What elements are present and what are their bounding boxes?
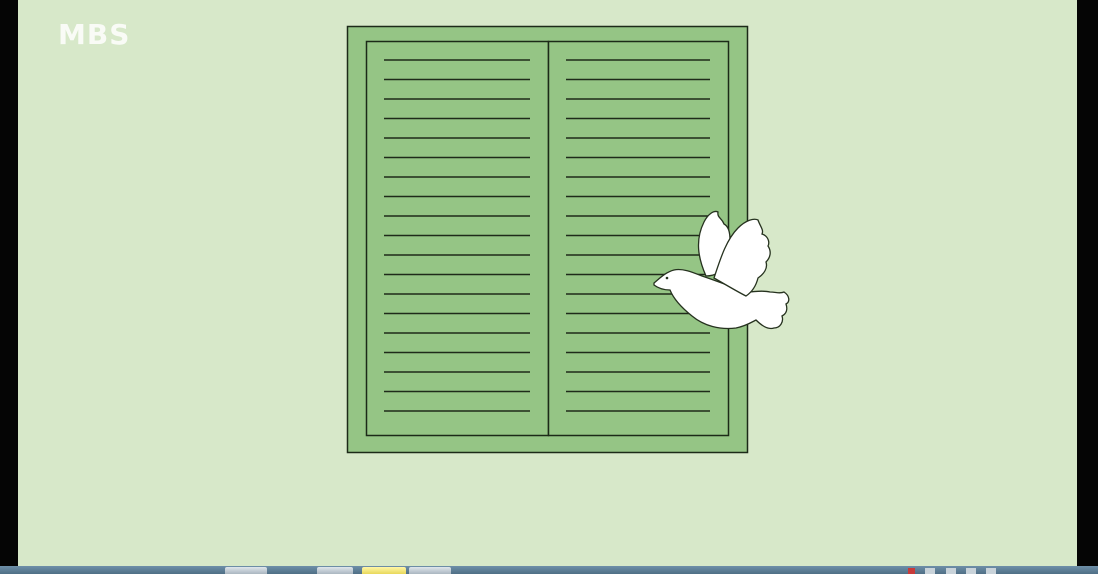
tray-icon[interactable] xyxy=(986,568,996,574)
taskbar-button-3[interactable] xyxy=(362,567,406,574)
taskbar-button-4[interactable] xyxy=(409,567,451,574)
scene-illustration xyxy=(346,25,790,454)
video-frame: MBS xyxy=(18,0,1077,566)
mbs-logo-text: MBS xyxy=(58,18,130,48)
tray-icon[interactable] xyxy=(966,568,976,574)
mbs-logo: MBS xyxy=(58,18,130,48)
tray-icon-red[interactable] xyxy=(908,568,915,574)
letterbox-right xyxy=(1077,0,1098,566)
taskbar-button-2[interactable] xyxy=(317,567,353,574)
dove-eye xyxy=(665,276,669,280)
taskbar-button-1[interactable] xyxy=(225,567,267,574)
tray-icon[interactable] xyxy=(925,568,935,574)
shutter-panel-left xyxy=(365,40,550,437)
tray-icon[interactable] xyxy=(946,568,956,574)
screen: MBS xyxy=(0,0,1098,574)
letterbox-left xyxy=(0,0,18,566)
